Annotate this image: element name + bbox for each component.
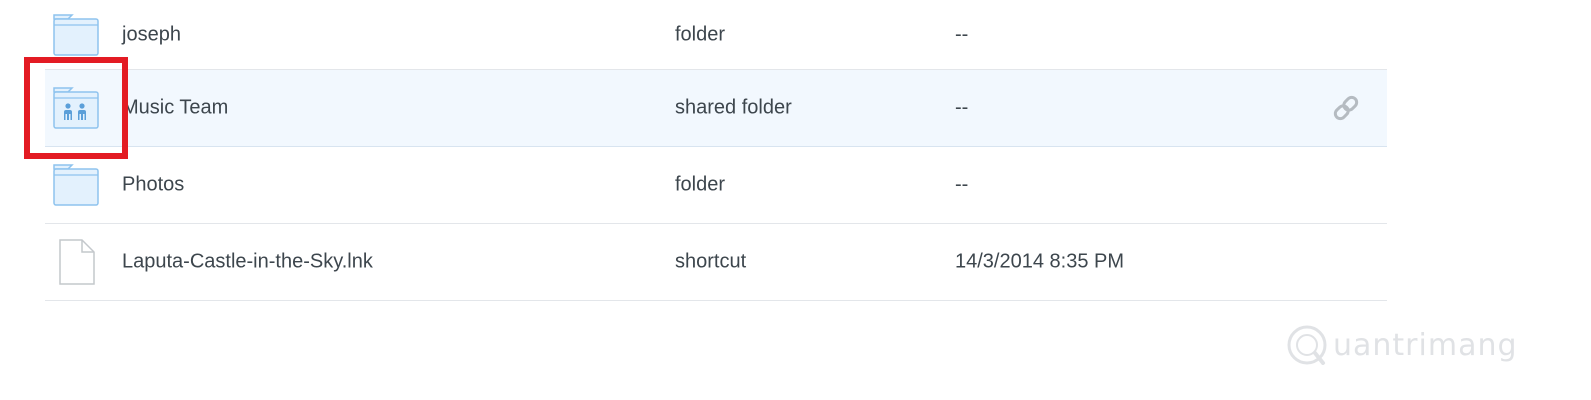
- file-row-joseph[interactable]: joseph folder --: [45, 0, 1387, 70]
- watermark-text: uantrimang: [1333, 327, 1518, 363]
- folder-icon: [52, 161, 100, 209]
- file-name[interactable]: Music Team: [122, 97, 228, 120]
- file-kind: shared folder: [675, 96, 792, 119]
- file-list: joseph folder -- Music Team shared folde…: [45, 0, 1387, 301]
- file-kind: shortcut: [675, 250, 747, 273]
- link-icon[interactable]: [1329, 91, 1363, 125]
- file-icon: [52, 238, 100, 286]
- file-row-photos[interactable]: Photos folder --: [45, 147, 1387, 224]
- file-browser: joseph folder -- Music Team shared folde…: [0, 0, 1591, 400]
- watermark: uantrimang: [1285, 320, 1518, 370]
- watermark-logo-icon: [1287, 325, 1327, 365]
- file-name[interactable]: Photos: [122, 174, 184, 197]
- file-modified: --: [955, 96, 969, 119]
- file-row-laputa[interactable]: Laputa-Castle-in-the-Sky.lnk shortcut 14…: [45, 224, 1387, 301]
- file-row-music-team[interactable]: Music Team shared folder --: [45, 70, 1387, 147]
- file-name[interactable]: Laputa-Castle-in-the-Sky.lnk: [122, 251, 373, 274]
- file-kind: folder: [675, 173, 726, 196]
- file-modified: --: [955, 173, 969, 196]
- file-modified: 14/3/2014 8:35 PM: [955, 250, 1125, 273]
- shared-folder-icon: [52, 84, 100, 132]
- file-modified: --: [955, 23, 969, 45]
- file-name[interactable]: joseph: [122, 23, 181, 46]
- folder-icon: [52, 11, 100, 59]
- file-kind: folder: [675, 23, 726, 45]
